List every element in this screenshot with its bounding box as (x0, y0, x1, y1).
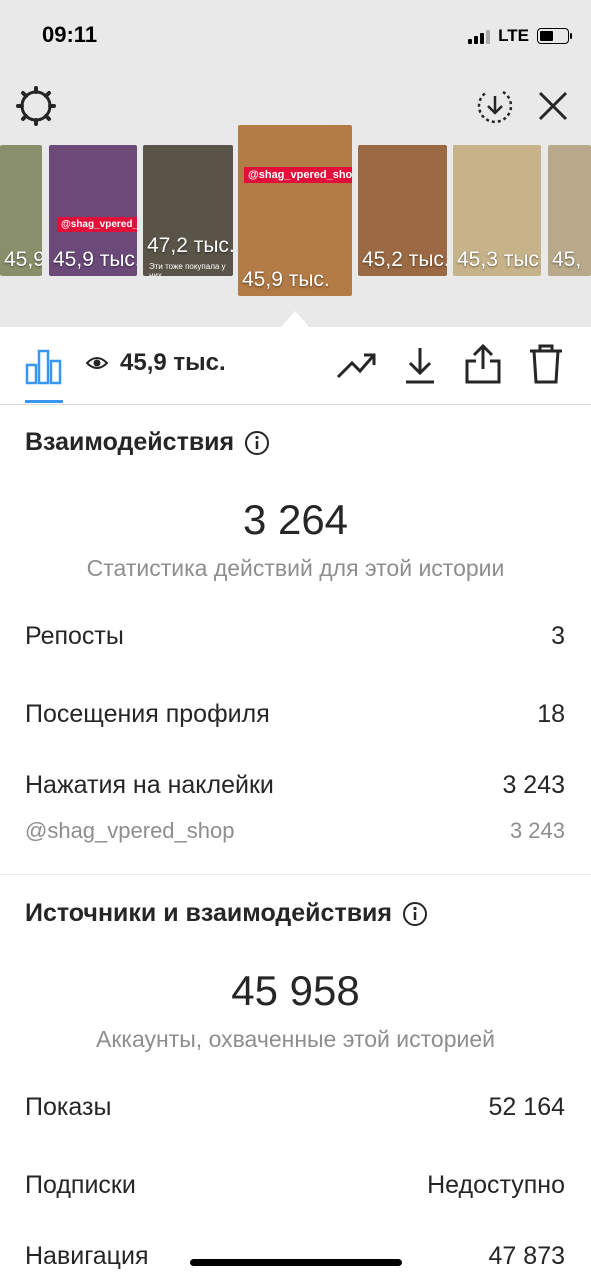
signal-icon (468, 28, 491, 44)
discovery-row-navigation: Навигация 47 873 (25, 1242, 565, 1271)
story-thumb[interactable]: 45,3 тыс. (453, 145, 541, 276)
active-story-pointer (281, 311, 309, 327)
gear-icon (16, 86, 56, 126)
share-button[interactable] (464, 343, 502, 390)
row-label: @shag_vpered_shop (25, 818, 235, 843)
download-icon (406, 348, 434, 384)
story-mention-tag: @shag_vpered_shop (244, 167, 352, 183)
row-value: 18 (537, 700, 565, 728)
story-caption: Эти тоже покупала у них (149, 262, 226, 276)
story-views: 45,9 тыс. (4, 248, 42, 271)
status-indicators: LTE (468, 26, 572, 46)
story-header-area: 09:11 LTE 45,9 @shag_vpered 45,9 тыс. Эт… (0, 0, 591, 327)
tab-insights[interactable] (25, 347, 63, 390)
row-label: Навигация (25, 1242, 149, 1270)
interactions-subtitle: Статистика действий для этой истории (86, 555, 505, 581)
story-views: 45,3 тыс. (457, 248, 541, 271)
share-icon (465, 343, 501, 384)
story-views: 45,2 тыс. (362, 248, 447, 271)
row-label: Показы (25, 1093, 112, 1121)
story-views: 47,2 тыс. (147, 234, 233, 257)
row-value: 3 (551, 622, 565, 650)
sticker-detail-row: @shag_vpered_shop 3 243 (25, 818, 565, 844)
network-label: LTE (498, 26, 529, 45)
close-button[interactable] (535, 88, 571, 129)
story-thumbnails-strip: 45,9 тыс. @shag_vpered_shop 45,9 тыс. Эт… (0, 125, 591, 300)
story-thumb-active[interactable]: @shag_vpered_shop 45,9 тыс. (238, 125, 352, 296)
interactions-title-text: Взаимодействия (25, 428, 235, 456)
bar-chart-icon (25, 349, 62, 385)
discovery-title-text: Источники и взаимодействия (25, 899, 393, 927)
home-indicator (190, 1259, 402, 1266)
interaction-row-reposts: Репосты 3 (25, 622, 565, 651)
row-value: 52 164 (488, 1093, 565, 1121)
story-thumb[interactable]: Эти тоже покупала у них 47,2 тыс. (143, 145, 233, 276)
discovery-total: 45 958 (231, 967, 360, 1014)
discovery-subtitle: Аккаунты, охваченные этой историей (96, 1026, 495, 1052)
toolbar-views[interactable]: 45,9 тыс. (86, 349, 226, 377)
info-icon[interactable] (402, 901, 428, 927)
download-circle-icon (477, 90, 513, 124)
section-divider (0, 874, 591, 875)
discovery-row-impressions: Показы 52 164 (25, 1093, 565, 1122)
row-label: Нажатия на наклейки (25, 771, 274, 799)
trash-icon (530, 344, 562, 384)
interactions-title: Взаимодействия (25, 428, 270, 457)
interaction-row-sticker-taps: Нажатия на наклейки 3 243 (25, 771, 565, 800)
story-views: 45,9 тыс. (242, 268, 330, 291)
status-time: 09:11 (42, 22, 98, 47)
insights-toolbar: 45,9 тыс. (0, 327, 591, 405)
row-value: 3 243 (502, 771, 565, 799)
row-label: Репосты (25, 622, 124, 650)
close-icon (538, 91, 568, 121)
battery-icon (537, 28, 572, 44)
story-thumb[interactable]: @shag_vpered_shop 45,9 тыс. (49, 145, 137, 276)
story-thumb[interactable]: 45, (548, 145, 591, 276)
row-value: 3 243 (509, 818, 565, 843)
story-views: 45,9 тыс. (53, 248, 137, 271)
trending-up-icon (336, 353, 376, 379)
interaction-row-profile-visits: Посещения профиля 18 (25, 700, 565, 729)
discovery-row-follows: Подписки Недоступно (25, 1171, 565, 1200)
info-icon[interactable] (244, 430, 270, 456)
download-button[interactable] (403, 345, 437, 390)
row-value: 47 873 (488, 1242, 565, 1270)
row-label: Подписки (25, 1171, 136, 1199)
eye-icon (86, 357, 108, 369)
promote-button[interactable] (336, 349, 378, 386)
active-tab-indicator (25, 400, 63, 403)
story-views: 45, (552, 248, 582, 271)
row-label: Посещения профиля (25, 700, 270, 728)
interactions-total: 3 264 (242, 496, 349, 543)
row-value: Недоступно (427, 1171, 565, 1199)
toolbar-views-count: 45,9 тыс. (120, 349, 226, 376)
discovery-title: Источники и взаимодействия (25, 899, 428, 928)
story-mention-tag: @shag_vpered_shop (57, 217, 137, 232)
delete-button[interactable] (528, 343, 564, 390)
story-thumb[interactable]: 45,9 тыс. (0, 145, 42, 276)
story-thumb[interactable]: 45,2 тыс. (358, 145, 447, 276)
